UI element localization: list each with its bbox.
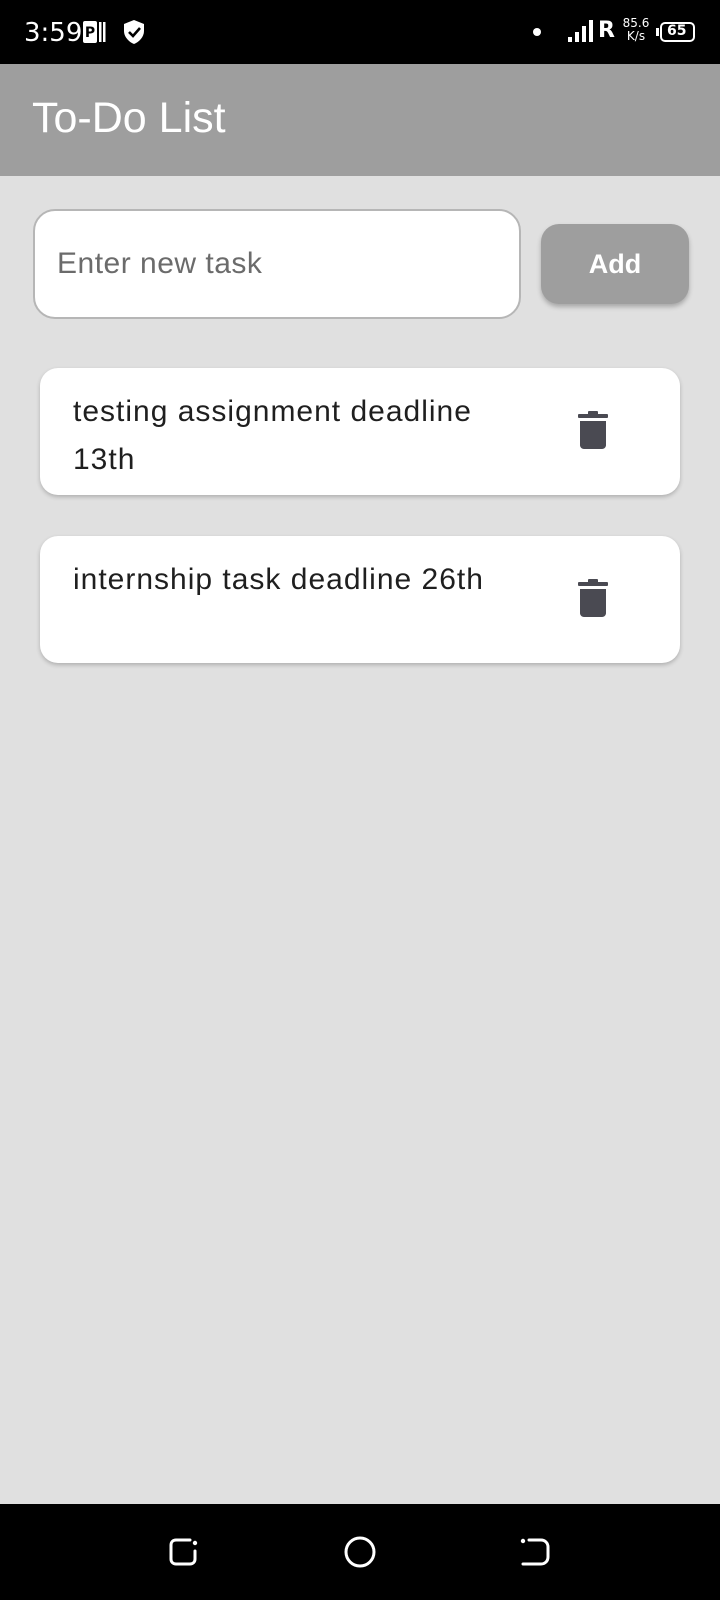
task-list-item: testing assignment deadline 13th — [40, 368, 680, 495]
back-icon[interactable] — [515, 1532, 555, 1572]
parking-icon: P — [82, 20, 106, 49]
network-speed-unit: K/s — [626, 29, 646, 43]
navigation-bar — [0, 1504, 720, 1600]
trash-icon — [578, 411, 608, 449]
status-time: 3:59 — [24, 18, 83, 48]
signal-icon — [568, 20, 596, 47]
page-title: To-Do List — [32, 94, 226, 142]
svg-text:P: P — [85, 25, 95, 41]
task-text: testing assignment deadline 13th — [73, 395, 472, 476]
app-screen: 3:59 P R 85.6 K/s 65 To-Do List Enter ne… — [0, 0, 720, 1600]
new-task-input[interactable] — [33, 209, 521, 319]
battery-level: 65 — [667, 23, 687, 39]
network-speed: 85.6 K/s — [620, 17, 652, 43]
notification-dot-icon — [533, 28, 541, 36]
recent-apps-icon[interactable] — [164, 1532, 204, 1572]
home-icon[interactable] — [340, 1532, 380, 1572]
app-bar: To-Do List — [0, 64, 720, 176]
delete-task-button[interactable] — [563, 400, 623, 460]
task-list-item: internship task deadline 26th — [40, 536, 680, 663]
shield-check-icon — [122, 19, 146, 50]
delete-task-button[interactable] — [563, 568, 623, 628]
status-bar: 3:59 P R 85.6 K/s 65 — [0, 0, 720, 64]
add-button[interactable]: Add — [541, 224, 689, 304]
trash-icon — [578, 579, 608, 617]
task-text: internship task deadline 26th — [73, 563, 484, 596]
network-type: R — [598, 18, 615, 43]
